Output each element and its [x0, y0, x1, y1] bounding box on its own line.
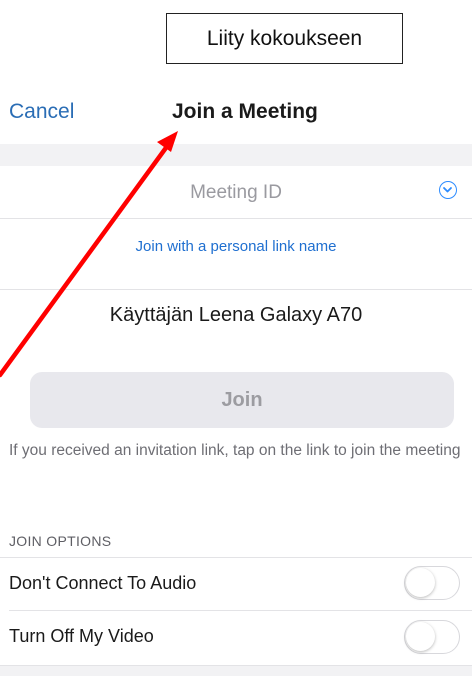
invitation-info-text: If you received an invitation link, tap … — [9, 442, 461, 459]
personal-link-row: Join with a personal link name — [0, 219, 472, 289]
join-options-header: JOIN OPTIONS — [9, 533, 112, 549]
nav-bar: Cancel Join a Meeting — [0, 82, 472, 144]
option-label-audio: Don't Connect To Audio — [9, 573, 197, 593]
chevron-down-circle-icon[interactable] — [439, 181, 457, 199]
meeting-id-field[interactable]: Meeting ID — [0, 166, 472, 218]
display-name-field[interactable]: Käyttäjän Leena Galaxy A70 — [0, 290, 472, 348]
join-button[interactable]: Join — [30, 372, 454, 428]
display-name-input[interactable]: Käyttäjän Leena Galaxy A70 — [0, 304, 472, 327]
meeting-id-input[interactable]: Meeting ID — [0, 182, 472, 204]
section-spacer — [0, 144, 472, 166]
audio-toggle[interactable] — [404, 566, 460, 600]
join-button-label: Join — [221, 388, 263, 411]
option-label-video: Turn Off My Video — [9, 626, 154, 646]
toggle-knob — [406, 568, 435, 597]
toggle-knob — [406, 622, 435, 651]
cancel-button[interactable]: Cancel — [9, 100, 74, 124]
option-row-audio: Don't Connect To Audio — [0, 558, 472, 610]
video-toggle[interactable] — [404, 620, 460, 654]
annotation-callout: Liity kokoukseen — [166, 13, 403, 64]
bottom-band — [0, 666, 472, 676]
option-row-video: Turn Off My Video — [0, 611, 472, 665]
page-title: Join a Meeting — [172, 100, 318, 123]
annotation-callout-text: Liity kokoukseen — [206, 26, 363, 50]
join-with-personal-link-button[interactable]: Join with a personal link name — [0, 238, 472, 255]
